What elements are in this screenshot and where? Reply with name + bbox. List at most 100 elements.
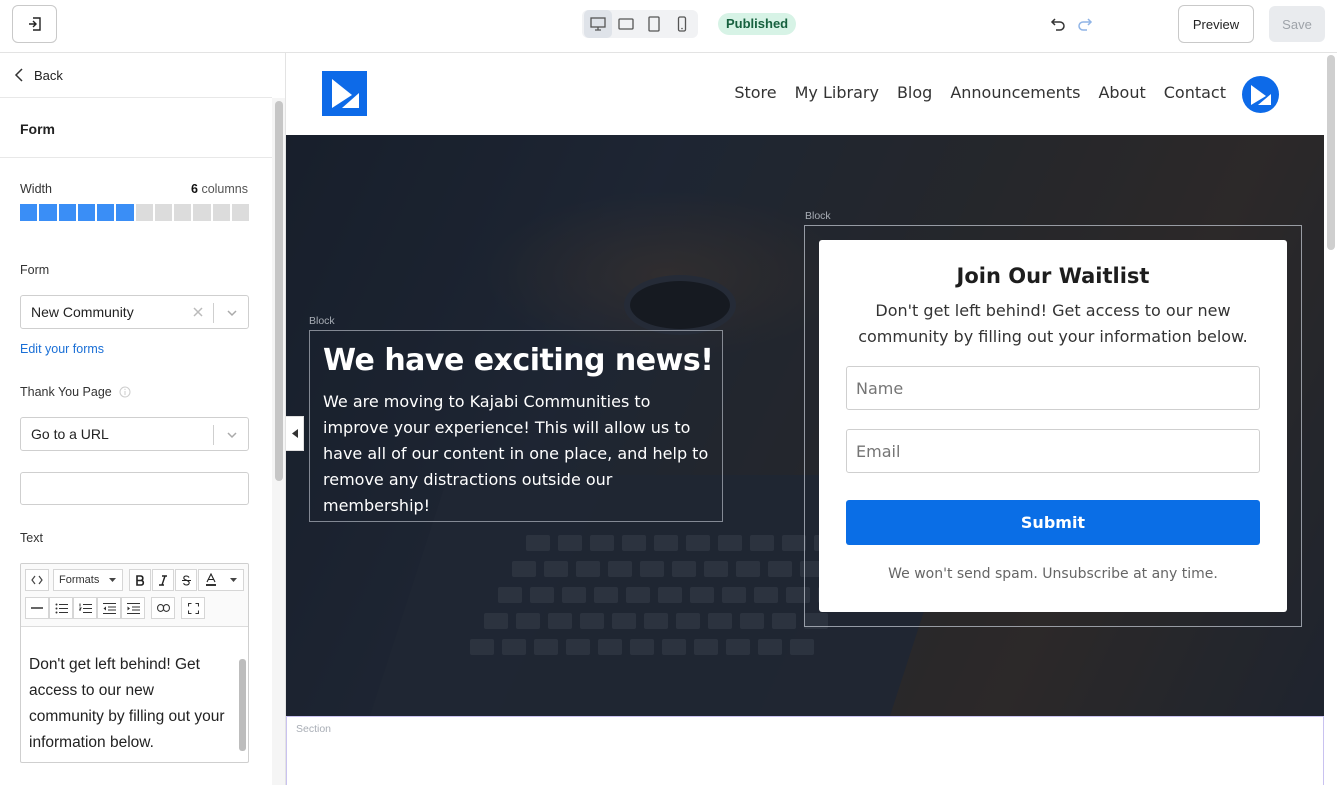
- bold-icon: [136, 574, 145, 586]
- indent-icon: [126, 602, 140, 614]
- tablet-portrait-view-button[interactable]: [640, 10, 668, 38]
- next-section[interactable]: [286, 716, 1324, 785]
- width-column-selector[interactable]: [20, 204, 249, 221]
- block-label: Block: [309, 315, 335, 327]
- tablet-landscape-view-button[interactable]: [612, 10, 640, 38]
- undo-icon[interactable]: [1047, 14, 1067, 34]
- section-label: Section: [296, 723, 332, 735]
- published-status-badge: Published: [718, 13, 797, 35]
- width-column-12[interactable]: [231, 204, 249, 221]
- width-unit: columns: [201, 182, 248, 196]
- source-code-button[interactable]: [25, 569, 49, 591]
- select-separator: [213, 303, 214, 323]
- edit-forms-link[interactable]: Edit your forms: [20, 342, 104, 356]
- outdent-button[interactable]: [97, 597, 121, 619]
- strikethrough-icon: [181, 574, 191, 586]
- site-header: Store My Library Blog Announcements Abou…: [286, 53, 1324, 135]
- nav-link-my-library[interactable]: My Library: [795, 83, 879, 102]
- code-icon: [31, 575, 43, 585]
- hero-subtext: We are moving to Kajabi Communities to i…: [323, 392, 709, 515]
- width-column-4[interactable]: [77, 204, 95, 221]
- caret-down-icon: [109, 578, 116, 582]
- collapse-sidebar-button[interactable]: [286, 416, 304, 451]
- redirect-url-input[interactable]: [20, 472, 249, 505]
- formats-dropdown[interactable]: Formats: [53, 569, 123, 591]
- form-label: Form: [20, 263, 50, 277]
- submit-button[interactable]: Submit: [846, 500, 1260, 545]
- width-column-10[interactable]: [193, 204, 211, 221]
- nav-link-blog[interactable]: Blog: [897, 83, 932, 102]
- rte-scrollbar[interactable]: [239, 659, 246, 751]
- site-logo[interactable]: [322, 71, 367, 116]
- select-separator: [213, 425, 214, 445]
- bullet-list-button[interactable]: [49, 597, 73, 619]
- email-field[interactable]: [846, 429, 1260, 473]
- desktop-view-button[interactable]: [584, 10, 612, 38]
- bold-button[interactable]: [129, 569, 151, 591]
- insert-link-button[interactable]: [151, 597, 175, 619]
- rich-text-editor[interactable]: Formats Don't get left behind! Get acces…: [20, 563, 249, 763]
- tablet-landscape-icon: [618, 18, 634, 30]
- spam-disclaimer: We won't send spam. Unsubscribe at any t…: [888, 566, 1218, 582]
- horizontal-rule-button[interactable]: [25, 597, 49, 619]
- form-description: Don't get left behind! Get access to our…: [858, 301, 1248, 346]
- waitlist-form-card: Join Our Waitlist Don't get left behind!…: [819, 240, 1287, 612]
- width-column-8[interactable]: [154, 204, 172, 221]
- chevron-down-icon: [227, 432, 237, 439]
- device-switcher: [582, 10, 698, 38]
- nav-link-contact[interactable]: Contact: [1164, 83, 1226, 102]
- back-label: Back: [34, 67, 63, 83]
- width-label: Width: [20, 182, 52, 196]
- width-column-7[interactable]: [135, 204, 153, 221]
- horizontal-rule-icon: [31, 607, 43, 609]
- strikethrough-button[interactable]: [175, 569, 197, 591]
- top-bar: Published Preview Save: [0, 0, 1337, 53]
- user-avatar[interactable]: [1242, 76, 1279, 113]
- width-column-2[interactable]: [39, 204, 57, 221]
- save-button[interactable]: Save: [1269, 6, 1325, 42]
- thank-you-page-select[interactable]: Go to a URL: [20, 417, 249, 451]
- width-column-1[interactable]: [20, 204, 38, 221]
- nav-link-announcements[interactable]: Announcements: [950, 83, 1080, 102]
- text-block[interactable]: We have exciting news! We are moving to …: [309, 330, 723, 522]
- info-icon[interactable]: [119, 386, 131, 398]
- exit-editor-button[interactable]: [12, 5, 57, 43]
- rte-content[interactable]: Don't get left behind! Get access to our…: [29, 652, 229, 756]
- page-preview-canvas: Store My Library Blog Announcements Abou…: [286, 53, 1337, 785]
- thank-you-page-label: Thank You Page: [20, 385, 112, 399]
- nav-link-store[interactable]: Store: [734, 83, 776, 102]
- preview-button[interactable]: Preview: [1178, 5, 1254, 43]
- redo-icon[interactable]: [1076, 14, 1096, 34]
- width-column-6[interactable]: [116, 204, 134, 221]
- formats-label: Formats: [59, 574, 100, 586]
- clear-icon[interactable]: [192, 306, 204, 318]
- nav-link-about[interactable]: About: [1098, 83, 1145, 102]
- chevron-down-icon: [227, 310, 237, 317]
- width-column-9[interactable]: [174, 204, 192, 221]
- block-label: Block: [805, 210, 831, 222]
- canvas-scrollbar[interactable]: [1327, 55, 1335, 250]
- mobile-view-button[interactable]: [668, 10, 696, 38]
- italic-button[interactable]: [152, 569, 174, 591]
- hero-section[interactable]: Block We have exciting news! We are movi…: [286, 135, 1324, 716]
- name-field[interactable]: [846, 366, 1260, 410]
- sidebar-scrollbar[interactable]: [275, 101, 283, 481]
- form-title: Join Our Waitlist: [956, 264, 1150, 288]
- width-column-3[interactable]: [58, 204, 76, 221]
- fullscreen-button[interactable]: [181, 597, 205, 619]
- desktop-icon: [590, 17, 606, 31]
- text-color-button[interactable]: [198, 569, 244, 591]
- link-icon: [156, 604, 170, 612]
- chevron-left-icon: [14, 68, 23, 82]
- italic-icon: [159, 574, 167, 586]
- form-select[interactable]: New Community: [20, 295, 249, 329]
- width-number: 6: [191, 182, 198, 196]
- fullscreen-icon: [187, 602, 199, 614]
- back-button[interactable]: Back: [0, 53, 272, 98]
- mobile-icon: [677, 16, 687, 32]
- width-column-11[interactable]: [212, 204, 230, 221]
- indent-button[interactable]: [121, 597, 145, 619]
- text-label: Text: [20, 531, 43, 545]
- numbered-list-button[interactable]: [73, 597, 97, 619]
- width-column-5[interactable]: [97, 204, 115, 221]
